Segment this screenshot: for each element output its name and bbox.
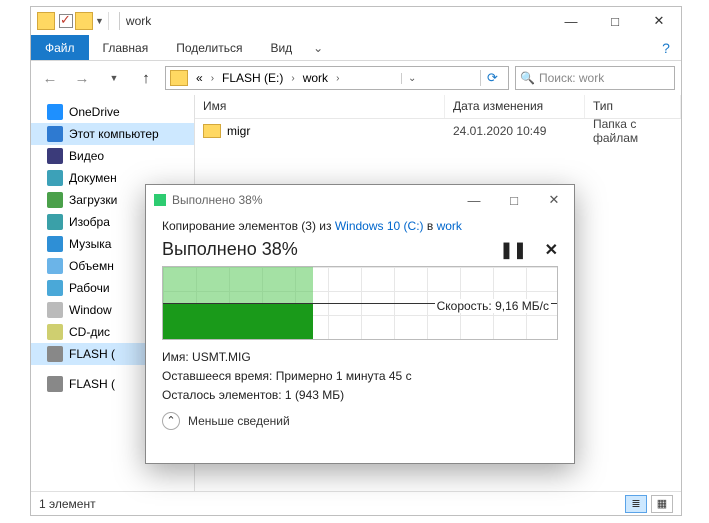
dialog-minimize-button[interactable]: —: [454, 185, 494, 215]
breadcrumb-root[interactable]: «: [192, 71, 207, 85]
copy-description: Копирование элементов (3) из Windows 10 …: [162, 219, 558, 233]
row-type: Папка с файлам: [585, 117, 681, 145]
ic-vol-icon: [47, 258, 63, 274]
close-button[interactable]: ✕: [637, 7, 681, 35]
ic-vid-icon: [47, 148, 63, 164]
fewer-details-toggle[interactable]: ⌃ Меньше сведений: [162, 412, 558, 430]
nav-item-label: Докумен: [69, 171, 117, 185]
nav-item-label: CD-дис: [69, 325, 110, 339]
nav-item-label: FLASH (: [69, 377, 115, 391]
ic-mus-icon: [47, 236, 63, 252]
dialog-close-button[interactable]: ✕: [534, 185, 574, 215]
chevron-right-icon[interactable]: ›: [209, 73, 216, 84]
dialog-title-bar[interactable]: Выполнено 38% — □ ✕: [146, 185, 574, 215]
folder-icon: [37, 12, 55, 30]
nav-item-label: Загрузки: [69, 193, 117, 207]
status-bar: 1 элемент ≣ ▦: [31, 491, 681, 515]
breadcrumb-seg-2[interactable]: work: [299, 71, 332, 85]
maximize-button[interactable]: □: [593, 7, 637, 35]
nav-item-label: Видео: [69, 149, 104, 163]
cancel-button[interactable]: ✕: [545, 240, 558, 260]
nav-item-label: OneDrive: [69, 105, 120, 119]
ic-usb-icon: [47, 346, 63, 362]
minimize-button[interactable]: —: [549, 7, 593, 35]
ic-pc-icon: [47, 126, 63, 142]
progress-headline: Выполнено 38%: [162, 239, 298, 260]
qa-properties-icon[interactable]: [59, 14, 73, 28]
nav-item-label: Этот компьютер: [69, 127, 159, 141]
nav-item-label: Изобра: [69, 215, 110, 229]
col-name[interactable]: Имя: [195, 95, 445, 118]
col-date[interactable]: Дата изменения: [445, 95, 585, 118]
ic-win-icon: [47, 302, 63, 318]
speed-graph: Скорость: 9,16 МБ/с: [162, 266, 558, 340]
column-headers[interactable]: Имя Дата изменения Тип: [195, 95, 681, 119]
col-type[interactable]: Тип: [585, 95, 681, 118]
breadcrumb[interactable]: « › FLASH (E:) › work › ⌄ ⟳: [165, 66, 509, 90]
speed-label: Скорость: 9,16 МБ/с: [435, 299, 551, 313]
tab-home[interactable]: Главная: [89, 35, 163, 60]
ic-img-icon: [47, 214, 63, 230]
nav-item-label: Window: [69, 303, 112, 317]
status-count: 1 элемент: [39, 497, 96, 511]
progress-square-icon: [154, 194, 166, 206]
nav-item[interactable]: Видео: [31, 145, 194, 167]
chevron-right-icon[interactable]: ›: [334, 73, 341, 84]
detail-name: Имя: USMT.MIG: [162, 348, 558, 367]
pause-button[interactable]: ❚❚: [500, 240, 527, 260]
nav-forward-button: →: [69, 65, 95, 91]
copy-progress-dialog: Выполнено 38% — □ ✕ Копирование элементо…: [145, 184, 575, 464]
search-input[interactable]: 🔍 Поиск: work: [515, 66, 675, 90]
table-row[interactable]: migr 24.01.2020 10:49Папка с файлам: [195, 119, 681, 143]
progress-details: Имя: USMT.MIG Оставшееся время: Примерно…: [162, 348, 558, 406]
chevron-right-icon[interactable]: ›: [289, 73, 296, 84]
breadcrumb-seg-1[interactable]: FLASH (E:): [218, 71, 287, 85]
copy-dest-link[interactable]: work: [437, 219, 462, 233]
nav-item-label: Рабочи: [69, 281, 110, 295]
dialog-title: Выполнено 38%: [172, 193, 263, 207]
tab-file[interactable]: Файл: [31, 35, 89, 60]
ic-usb-icon: [47, 376, 63, 392]
title-bar: ▼ work — □ ✕: [31, 7, 681, 35]
nav-item[interactable]: Этот компьютер: [31, 123, 194, 145]
ribbon-expand-icon[interactable]: ⌄: [306, 35, 330, 60]
ic-desk-icon: [47, 280, 63, 296]
qa-dropdown-icon[interactable]: ▼: [95, 16, 104, 26]
row-name: migr: [227, 124, 250, 138]
nav-item[interactable]: OneDrive: [31, 101, 194, 123]
search-placeholder: Поиск: work: [539, 71, 604, 85]
qa-newfolder-icon[interactable]: [75, 12, 93, 30]
tab-view[interactable]: Вид: [256, 35, 306, 60]
quick-access-toolbar[interactable]: ▼: [59, 12, 109, 30]
tab-share[interactable]: Поделиться: [162, 35, 256, 60]
window-title: work: [126, 14, 151, 28]
chevron-up-icon: ⌃: [162, 412, 180, 430]
detail-remaining: Осталось элементов: 1 (943 МБ): [162, 386, 558, 405]
dialog-maximize-button[interactable]: □: [494, 185, 534, 215]
nav-item-label: FLASH (: [69, 347, 115, 361]
view-icons-button[interactable]: ▦: [651, 495, 673, 513]
nav-item-label: Музыка: [69, 237, 111, 251]
detail-time: Оставшееся время: Примерно 1 минута 45 с: [162, 367, 558, 386]
row-date: 24.01.2020 10:49: [445, 124, 585, 138]
ribbon-tabs: Файл Главная Поделиться Вид ⌄ ?: [31, 35, 681, 61]
refresh-button[interactable]: ⟳: [480, 70, 504, 86]
breadcrumb-dropdown-icon[interactable]: ⌄: [401, 73, 422, 84]
nav-up-button[interactable]: ↑: [133, 65, 159, 91]
nav-back-button[interactable]: ←: [37, 65, 63, 91]
ic-dl-icon: [47, 192, 63, 208]
ic-cloud-icon: [47, 104, 63, 120]
ic-doc-icon: [47, 170, 63, 186]
help-icon[interactable]: ?: [651, 35, 681, 60]
view-details-button[interactable]: ≣: [625, 495, 647, 513]
nav-history-dropdown[interactable]: ▼: [101, 65, 127, 91]
nav-item-label: Объемн: [69, 259, 114, 273]
breadcrumb-folder-icon: [170, 70, 188, 86]
ic-cd-icon: [47, 324, 63, 340]
folder-icon: [203, 124, 221, 138]
copy-source-link[interactable]: Windows 10 (C:): [335, 219, 424, 233]
address-bar: ← → ▼ ↑ « › FLASH (E:) › work › ⌄ ⟳ 🔍 По…: [31, 61, 681, 95]
search-icon: 🔍: [520, 71, 535, 85]
